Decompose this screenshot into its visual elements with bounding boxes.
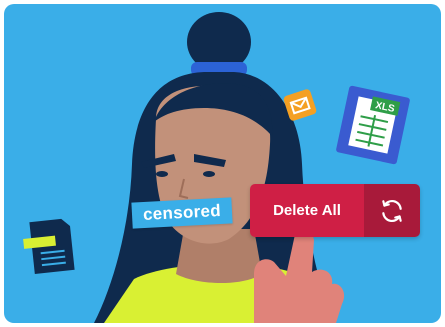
censored-label: censored: [131, 197, 233, 229]
illustration-scene: XLS: [4, 4, 441, 323]
refresh-icon: [382, 199, 402, 222]
left-eye: [156, 171, 168, 177]
right-eye: [203, 171, 215, 177]
delete-all-button[interactable]: Delete All: [250, 184, 420, 237]
illustration-card: XLS censored Delete All: [4, 4, 441, 323]
refresh-icon-area[interactable]: [364, 184, 420, 237]
delete-all-label: Delete All: [250, 184, 364, 237]
